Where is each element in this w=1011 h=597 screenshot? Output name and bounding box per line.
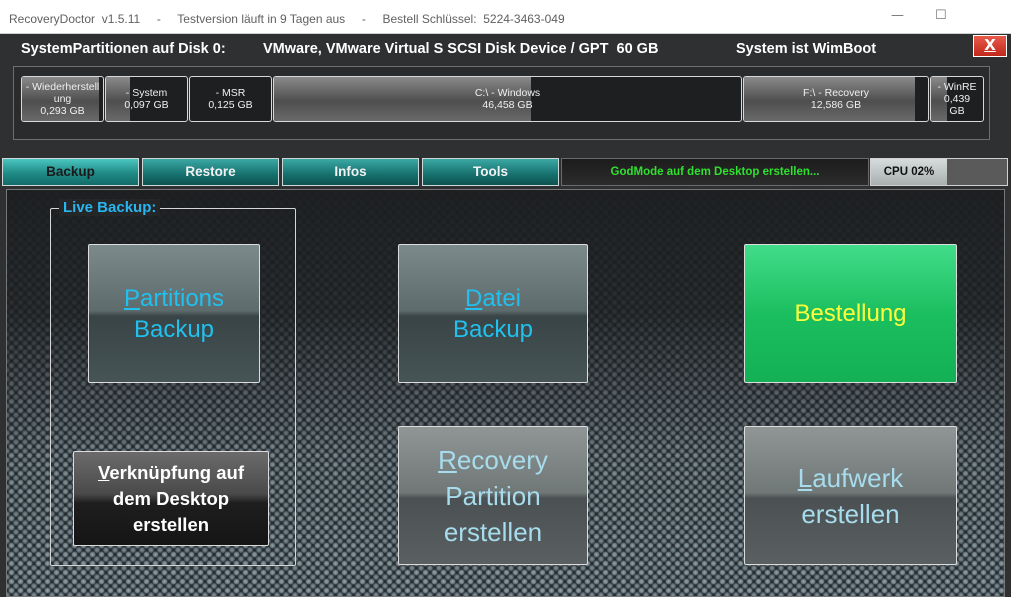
disk-device-name: VMware, VMware Virtual S SCSI Disk Devic… <box>263 41 659 57</box>
desktop-shortcut-button[interactable]: Verknüpfung auf dem Desktop erstellen <box>73 451 269 546</box>
laufwerk-erstellen-button[interactable]: Laufwerk erstellen <box>744 426 957 565</box>
partition-size: 0,439 GB <box>943 93 971 117</box>
partition-label: C:\ - Windows <box>474 87 541 99</box>
tab-backup[interactable]: Backup <box>2 158 139 186</box>
close-button[interactable]: X <box>973 35 1007 57</box>
live-backup-label: Live Backup: <box>59 199 161 216</box>
tab-infos[interactable]: Infos <box>282 158 419 186</box>
datei-backup-button[interactable]: Datei Backup <box>398 244 588 383</box>
partition-label: - System <box>125 87 168 99</box>
tab-restore[interactable]: Restore <box>142 158 279 186</box>
window-title: RecoveryDoctor v1.5.11 - Testversion läu… <box>9 12 565 26</box>
partition-size: 0,125 GB <box>208 99 253 111</box>
partition-label: - WinRE <box>937 81 977 93</box>
partition-size: 12,586 GB <box>810 99 862 111</box>
disk-header: SystemPartitionen auf Disk 0: VMware, VM… <box>0 34 1011 64</box>
partition-label: - Wiederherstellung <box>25 81 100 105</box>
partition-size: 0,293 GB <box>40 105 85 117</box>
partition-windows[interactable]: C:\ - Windows 46,458 GB <box>273 76 742 122</box>
partition-size: 46,458 GB <box>482 99 533 111</box>
partition-recovery[interactable]: F:\ - Recovery 12,586 GB <box>743 76 929 122</box>
partition-system[interactable]: - System 0,097 GB <box>105 76 188 122</box>
title-bar: RecoveryDoctor v1.5.11 - Testversion läu… <box>0 0 1011 34</box>
partition-label: F:\ - Recovery <box>803 87 869 99</box>
partition-size: 0,097 GB <box>124 99 169 111</box>
partition-winre[interactable]: - WinRE 0,439 GB <box>930 76 984 122</box>
disk-header-prefix: SystemPartitionen auf Disk 0: <box>21 41 226 57</box>
tab-tools[interactable]: Tools <box>422 158 559 186</box>
godmode-link[interactable]: GodMode auf dem Desktop erstellen... <box>561 158 869 186</box>
partitions-backup-button[interactable]: Partitions Backup <box>88 244 260 383</box>
main-area: SystemPartitionen auf Disk 0: VMware, VM… <box>0 34 1011 597</box>
recovery-partition-button[interactable]: Recovery Partition erstellen <box>398 426 588 565</box>
partition-label: - MSR <box>215 87 246 99</box>
bestellung-button[interactable]: Bestellung <box>744 244 957 383</box>
partition-panel: - Wiederherstellung 0,293 GB - System 0,… <box>13 66 990 140</box>
minimize-icon[interactable]: — <box>891 8 904 23</box>
cpu-meter: CPU 02% <box>870 158 1008 186</box>
partition-msr[interactable]: - MSR 0,125 GB <box>189 76 272 122</box>
close-icon[interactable]: X <box>984 36 996 54</box>
maximize-icon[interactable]: ☐ <box>935 8 947 23</box>
wimboot-status: System ist WimBoot <box>736 41 877 57</box>
cpu-label: CPU 02% <box>871 159 947 185</box>
partition-recovery-small[interactable]: - Wiederherstellung 0,293 GB <box>21 76 104 122</box>
backup-content: Live Backup: Partitions Backup Datei Bac… <box>6 189 1005 597</box>
